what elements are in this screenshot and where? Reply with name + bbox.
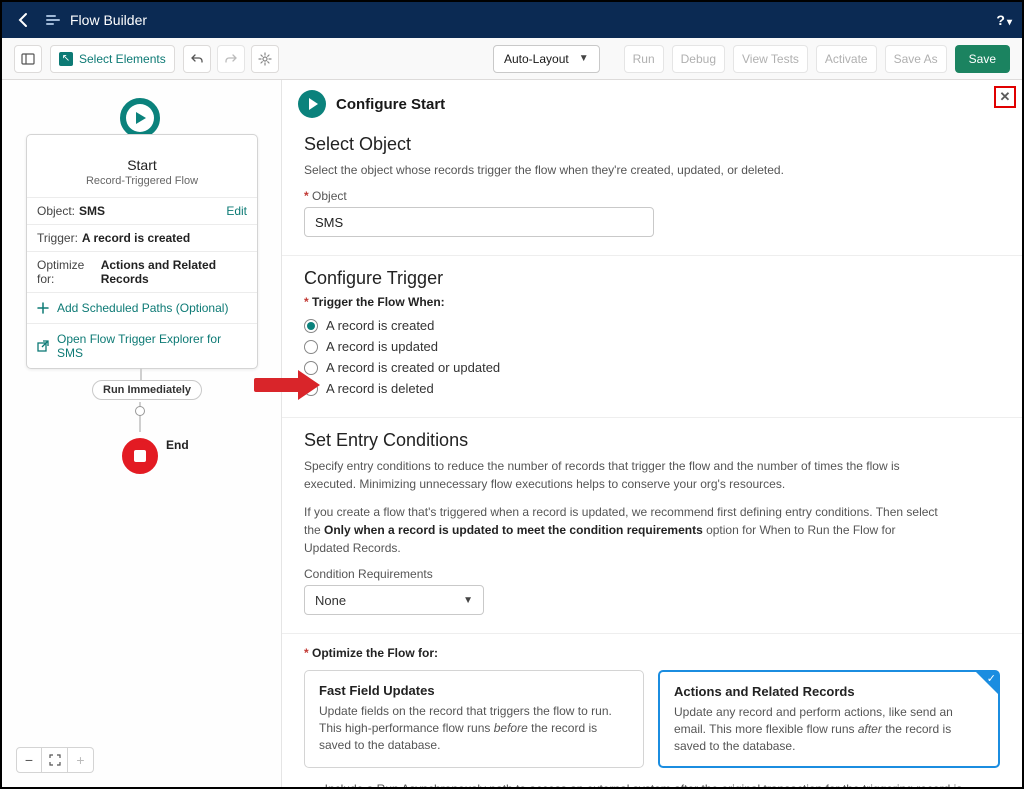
help-menu[interactable]: ?▾: [996, 12, 1012, 28]
radio-icon: [304, 340, 318, 354]
object-field-label: Object: [304, 189, 1000, 203]
start-node-subtitle: Record-Triggered Flow: [33, 175, 251, 187]
start-node-title: Start: [33, 157, 251, 173]
flow-builder-logo-icon: [44, 11, 62, 29]
trigger-when-label: Trigger the Flow When:: [304, 295, 1000, 309]
zoom-fit-button[interactable]: [42, 747, 68, 773]
end-node-label: End: [166, 438, 189, 452]
flow-canvas[interactable]: Start Record-Triggered Flow Object: SMS …: [2, 80, 282, 787]
run-button[interactable]: Run: [624, 45, 664, 73]
optimize-for-label: Optimize the Flow for:: [304, 646, 1000, 660]
run-async-label: Include a Run Asynchronously path to acc…: [325, 782, 1000, 787]
trigger-option-radio[interactable]: A record is deleted: [304, 378, 1000, 399]
optimize-actions-card[interactable]: Actions and Related RecordsUpdate any re…: [658, 670, 1000, 768]
view-tests-button[interactable]: View Tests: [733, 45, 808, 73]
trigger-option-radio[interactable]: A record is updated: [304, 336, 1000, 357]
app-header: Flow Builder ?▾: [2, 2, 1022, 38]
zoom-in-button[interactable]: +: [68, 747, 94, 773]
select-object-heading: Select Object: [304, 134, 1000, 155]
start-element-icon: [298, 90, 326, 118]
entry-conditions-heading: Set Entry Conditions: [304, 430, 1000, 451]
condition-requirements-label: Condition Requirements: [304, 567, 1000, 581]
activate-button[interactable]: Activate: [816, 45, 877, 73]
run-immediately-label: Run Immediately: [92, 380, 202, 400]
zoom-out-button[interactable]: −: [16, 747, 42, 773]
open-trigger-explorer-link[interactable]: Open Flow Trigger Explorer for SMS: [27, 323, 257, 368]
radio-icon: [304, 361, 318, 375]
redo-button[interactable]: [217, 45, 245, 73]
close-panel-button[interactable]: ✕: [994, 86, 1016, 108]
layout-mode-select[interactable]: Auto-Layout ▼: [493, 45, 600, 73]
add-element-handle[interactable]: [135, 406, 145, 416]
select-elements-button[interactable]: ↖ Select Elements: [50, 45, 175, 73]
debug-button[interactable]: Debug: [672, 45, 725, 73]
radio-icon: [304, 319, 318, 333]
zoom-controls: − +: [16, 747, 94, 773]
back-button[interactable]: [12, 8, 36, 32]
save-button[interactable]: Save: [955, 45, 1010, 73]
trigger-option-radio[interactable]: A record is created: [304, 315, 1000, 336]
panel-title: Configure Start: [336, 96, 445, 113]
caret-down-icon: ▼: [463, 595, 473, 606]
configure-start-panel: Configure Start ✕ Select Object Select t…: [282, 80, 1022, 787]
radio-icon: [304, 382, 318, 396]
end-node-icon[interactable]: [122, 438, 158, 474]
plus-icon: [37, 302, 49, 314]
external-link-icon: [37, 340, 49, 352]
edit-start-link[interactable]: Edit: [226, 204, 247, 218]
undo-button[interactable]: [183, 45, 211, 73]
cursor-icon: ↖: [59, 52, 73, 66]
configure-trigger-heading: Configure Trigger: [304, 268, 1000, 289]
start-node-card[interactable]: Start Record-Triggered Flow Object: SMS …: [26, 134, 258, 369]
trigger-option-radio[interactable]: A record is created or updated: [304, 357, 1000, 378]
settings-button[interactable]: [251, 45, 279, 73]
app-title: Flow Builder: [70, 12, 147, 28]
object-input[interactable]: [304, 207, 654, 237]
caret-down-icon: ▼: [579, 53, 589, 64]
toolbar: ↖ Select Elements Auto-Layout ▼ Run Debu…: [2, 38, 1022, 80]
condition-requirements-select[interactable]: None ▼: [304, 585, 484, 615]
add-scheduled-paths-link[interactable]: Add Scheduled Paths (Optional): [27, 292, 257, 323]
caret-down-icon: ▾: [1007, 17, 1012, 28]
optimize-fast-field-card[interactable]: Fast Field UpdatesUpdate fields on the r…: [304, 670, 644, 768]
save-as-button[interactable]: Save As: [885, 45, 947, 73]
start-node-icon[interactable]: [120, 98, 160, 138]
toggle-panel-button[interactable]: [14, 45, 42, 73]
